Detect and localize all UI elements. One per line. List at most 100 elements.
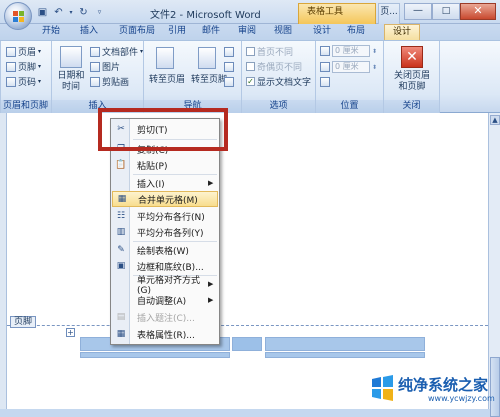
table-cell-selected[interactable]: [265, 337, 425, 351]
menu-item-label: 合并单元格(M): [138, 195, 198, 206]
ribbon-tabs: 开始 插入 页面布局 引用 邮件 审阅 视图 设计 布局 设计: [0, 24, 500, 40]
show-document-text-checkbox[interactable]: ✓ 显示文档文字: [246, 75, 311, 88]
menu-item-table-properties[interactable]: ▦ 表格属性(R)...: [112, 326, 218, 342]
clipart-button[interactable]: 剪贴画: [90, 75, 129, 88]
header-button[interactable]: 页眉 ▾: [6, 45, 41, 58]
tab-insert[interactable]: 插入: [74, 24, 104, 40]
goto-footer-icon[interactable]: [198, 47, 216, 69]
tab-view[interactable]: 视图: [268, 24, 298, 40]
first-page-label: 首页不同: [257, 48, 294, 58]
next-section-button[interactable]: [224, 62, 234, 72]
close-header-footer-button[interactable]: 关闭页眉 和页脚: [386, 71, 438, 93]
ruler-toggle-icon[interactable]: ▲: [490, 115, 500, 125]
tab-references[interactable]: 引用: [162, 24, 192, 40]
ribbon: 页眉 ▾ 页脚 ▾ 页码 ▾ 页眉和页脚 日期和 时间 文档部件 ▾ 图片 剪贴…: [0, 40, 500, 113]
chevron-down-icon: ▾: [38, 78, 42, 85]
doc-parts-label: 文档部件: [102, 48, 139, 58]
picture-label: 图片: [102, 63, 121, 73]
doc-parts-button[interactable]: 文档部件 ▾: [90, 45, 143, 58]
menu-item-insert[interactable]: 插入(I) ▶: [112, 175, 218, 191]
goto-header-button[interactable]: 转至页眉: [146, 72, 188, 85]
header-position-field[interactable]: 0 厘米 ⬍: [320, 45, 377, 57]
save-icon[interactable]: ▣: [36, 6, 49, 19]
table-properties-icon: ▦: [116, 329, 126, 339]
footer-position-value[interactable]: 0 厘米: [332, 61, 370, 73]
watermark: 纯净系统之家 www.ycwjzy.com: [368, 372, 496, 406]
spinner-arrows-icon[interactable]: ⬍: [372, 48, 377, 55]
document-page[interactable]: [7, 113, 488, 409]
tab-header-footer-design[interactable]: 设计: [384, 24, 420, 40]
spinner-arrows-icon[interactable]: ⬍: [372, 64, 377, 71]
tab-table-design[interactable]: 设计: [306, 24, 338, 40]
menu-item-merge-cells[interactable]: ▦ 合并单元格(M): [112, 191, 218, 207]
header-icon: [6, 46, 16, 57]
table-cell-selected[interactable]: [265, 352, 425, 358]
table-cell-selected[interactable]: [232, 337, 262, 351]
menu-item-autofit[interactable]: 自动调整(A) ▶: [112, 292, 218, 308]
tab-home[interactable]: 开始: [36, 24, 66, 40]
page-number-button[interactable]: 页码 ▾: [6, 75, 41, 88]
quick-access-toolbar: ▣ ↶ ▾ ↻ ▿: [36, 5, 106, 19]
tab-mailings[interactable]: 邮件: [196, 24, 226, 40]
footer-boundary-line: [7, 325, 488, 326]
tab-review[interactable]: 审阅: [232, 24, 262, 40]
footer-position-icon: [320, 62, 330, 72]
submenu-arrow-icon: ▶: [208, 280, 214, 288]
table-move-handle-icon[interactable]: +: [66, 328, 75, 337]
menu-item-paste[interactable]: 📋 粘贴(P): [112, 157, 218, 173]
footer-position-field[interactable]: 0 厘米 ⬍: [320, 61, 377, 73]
menu-item-distribute-columns[interactable]: ▥ 平均分布各列(Y): [112, 224, 218, 240]
undo-dropdown-icon[interactable]: ▾: [68, 6, 74, 19]
goto-header-icon[interactable]: [156, 47, 174, 69]
close-header-footer-icon[interactable]: ✕: [401, 46, 423, 68]
undo-icon[interactable]: ↶: [52, 6, 65, 19]
next-section-icon: [224, 62, 234, 72]
office-logo-icon: [13, 11, 24, 22]
group-label-close: 关闭: [384, 100, 439, 113]
menu-item-draw-table[interactable]: ✎ 绘制表格(W): [112, 242, 218, 258]
group-navigation: 转至页眉 转至页脚 导航: [144, 41, 242, 113]
page-number-label: 页码: [18, 78, 37, 88]
customize-toolbar-icon[interactable]: ▿: [93, 6, 106, 19]
caption-icon: ▤: [116, 312, 126, 322]
previous-section-icon: [224, 47, 234, 57]
date-time-button[interactable]: 日期和 时间: [54, 71, 88, 93]
tab-page-layout[interactable]: 页面布局: [112, 24, 162, 40]
window-title: 文件2 - Microsoft Word: [150, 10, 261, 21]
table-cell-selected[interactable]: [80, 352, 230, 358]
group-label-position: 位置: [316, 100, 383, 113]
group-label-options: 选项: [242, 100, 315, 113]
submenu-arrow-icon: ▶: [208, 179, 214, 187]
checkbox-empty-icon: [246, 62, 255, 71]
clipart-icon: [90, 76, 100, 87]
chevron-down-icon: ▾: [38, 48, 42, 55]
menu-item-label: 表格属性(R)...: [137, 330, 195, 341]
redo-icon[interactable]: ↻: [77, 6, 90, 19]
insert-alignment-tab-button[interactable]: [320, 77, 330, 87]
menu-item-distribute-rows[interactable]: ☷ 平均分布各行(N): [112, 208, 218, 224]
borders-icon: ▣: [116, 261, 126, 271]
distribute-columns-icon: ▥: [116, 227, 126, 237]
vertical-scrollbar[interactable]: ▲: [488, 113, 500, 417]
previous-section-button[interactable]: [224, 47, 234, 57]
link-previous-button[interactable]: [224, 77, 234, 87]
office-button[interactable]: [4, 2, 32, 30]
group-label-header-footer: 页眉和页脚: [0, 100, 51, 113]
footer-button[interactable]: 页脚 ▾: [6, 60, 41, 73]
header-label: 页眉: [18, 48, 37, 58]
paste-icon: 📋: [115, 160, 127, 170]
draw-table-icon: ✎: [117, 245, 125, 255]
menu-item-cell-alignment[interactable]: 单元格对齐方式(G) ▶: [112, 276, 218, 296]
header-position-value[interactable]: 0 厘米: [332, 45, 370, 57]
minimize-button[interactable]: —: [404, 3, 432, 20]
close-window-button[interactable]: ✕: [460, 3, 496, 20]
maximize-button[interactable]: □: [432, 3, 460, 20]
first-page-different-checkbox[interactable]: 首页不同: [246, 45, 293, 58]
picture-button[interactable]: 图片: [90, 60, 120, 73]
link-previous-icon: [224, 77, 234, 87]
odd-even-label: 奇偶页不同: [257, 63, 303, 73]
tab-table-layout[interactable]: 布局: [340, 24, 372, 40]
odd-even-different-checkbox[interactable]: 奇偶页不同: [246, 60, 302, 73]
chevron-down-icon: ▾: [38, 63, 42, 70]
calendar-icon[interactable]: [60, 46, 82, 68]
